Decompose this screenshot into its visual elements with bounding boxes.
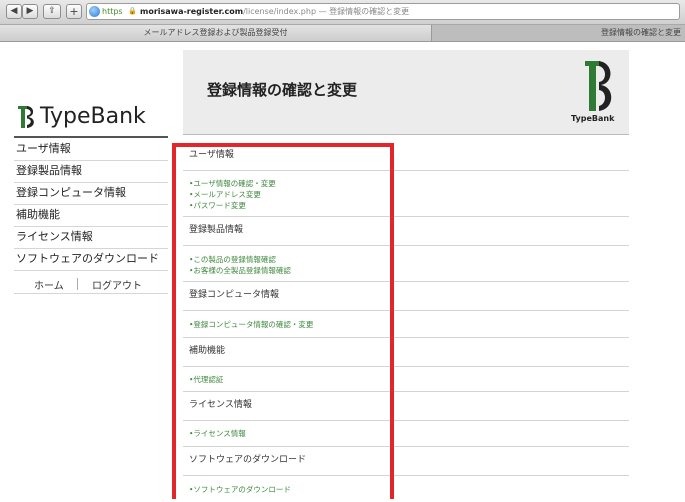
sidebar-item-user-info[interactable]: ユーザ情報 [14,139,168,161]
url-path: /license/index.php — 登録情報の確認と変更 [243,7,410,16]
sidebar-item-software-download[interactable]: ソフトウェアのダウンロード [14,249,168,271]
share-button[interactable]: ⇪ [43,4,61,19]
sidebar-bottom-divider [14,293,168,294]
tab-bar: メールアドレス登録および製品登録受付 登録情報の確認と変更 [0,25,685,42]
section-links-registered-products: •この製品の登録情報確認 •お客様の全製品登録情報確認 [183,246,629,282]
section-heading-user-info: ユーザ情報 [183,142,629,171]
tab-confirm-change[interactable]: 登録情報の確認と変更 [432,25,685,41]
sidebar-subnav: ホーム ログアウト [14,277,168,292]
sidebar-menu: ユーザ情報 登録製品情報 登録コンピュータ情報 補助機能 ライセンス情報 ソフト… [14,139,168,271]
section-links-license: •ライセンス情報 [183,421,629,447]
typebank-brand-icon [585,61,612,111]
link-email-change[interactable]: •メールアドレス変更 [189,189,629,200]
section-heading-license: ライセンス情報 [183,392,629,421]
content-list: ユーザ情報 •ユーザ情報の確認・変更 •メールアドレス変更 •パスワード変更 登… [183,142,629,502]
logout-link[interactable]: ログアウト [92,277,142,292]
sidebar-item-registered-computers[interactable]: 登録コンピュータ情報 [14,183,168,205]
link-product-registration-check[interactable]: •この製品の登録情報確認 [189,254,629,265]
home-link[interactable]: ホーム [34,277,64,292]
link-computer-info-edit[interactable]: •登録コンピュータ情報の確認・変更 [189,319,629,330]
typebank-logo-icon [18,106,34,128]
section-heading-auxiliary: 補助機能 [183,338,629,367]
page-title: 登録情報の確認と変更 [207,81,358,99]
logo-text: TypeBank [40,104,146,129]
lock-icon: 🔒 [128,7,137,15]
subnav-separator [77,278,78,290]
address-bar[interactable]: https 🔒 morisawa-register.com/license/in… [86,3,680,20]
url-protocol: https [102,7,123,16]
link-password-change[interactable]: •パスワード変更 [189,200,629,211]
link-proxy-authentication[interactable]: •代理認証 [189,374,629,385]
url-text: morisawa-register.com/license/index.php … [140,4,409,19]
link-all-products-check[interactable]: •お客様の全製品登録情報確認 [189,265,629,276]
page-header: 登録情報の確認と変更 TypeBank [183,50,629,134]
forward-button[interactable]: ▶ [22,4,38,19]
back-button[interactable]: ◀ [6,4,22,19]
section-links-auxiliary: •代理認証 [183,367,629,392]
sidebar-item-registered-products[interactable]: 登録製品情報 [14,161,168,183]
browser-toolbar: ◀ ▶ ⇪ + https 🔒 morisawa-register.com/li… [0,0,685,25]
section-heading-registered-products: 登録製品情報 [183,217,629,246]
header-brand-text: TypeBank [571,114,615,123]
link-user-info-edit[interactable]: •ユーザ情報の確認・変更 [189,178,629,189]
link-license-info[interactable]: •ライセンス情報 [189,428,629,439]
tab-registration[interactable]: メールアドレス登録および製品登録受付 [0,25,432,41]
url-host: morisawa-register.com [140,7,244,16]
sidebar-item-auxiliary-functions[interactable]: 補助機能 [14,205,168,227]
globe-icon [89,6,100,17]
sidebar-divider [14,136,168,138]
section-heading-registered-computers: 登録コンピュータ情報 [183,282,629,311]
sidebar-item-license-info[interactable]: ライセンス情報 [14,227,168,249]
section-links-software-download: •ソフトウェアのダウンロード [183,476,629,502]
add-bookmark-button[interactable]: + [66,4,82,19]
header-divider [183,134,629,135]
section-links-user-info: •ユーザ情報の確認・変更 •メールアドレス変更 •パスワード変更 [183,171,629,217]
link-software-download[interactable]: •ソフトウェアのダウンロード [189,484,629,495]
section-heading-software-download: ソフトウェアのダウンロード [183,447,629,476]
section-links-registered-computers: •登録コンピュータ情報の確認・変更 [183,311,629,338]
